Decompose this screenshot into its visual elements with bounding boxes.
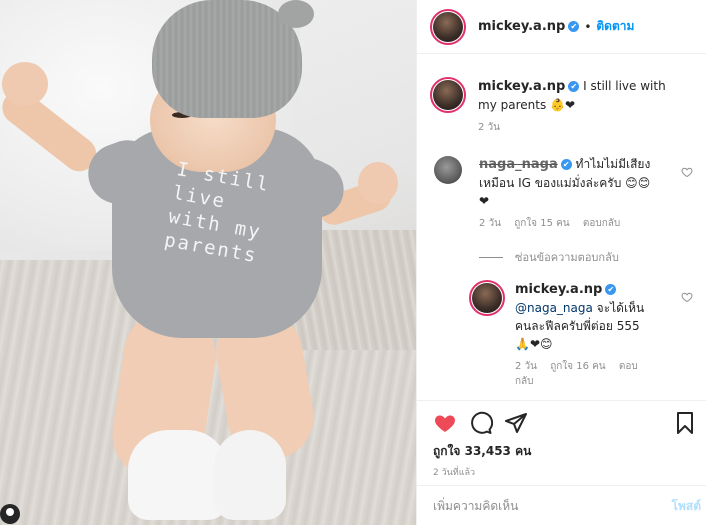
baby-left-shoe <box>128 430 228 520</box>
follow-button[interactable]: ติดตาม <box>596 17 634 36</box>
caption-username[interactable]: mickey.a.np <box>478 79 565 94</box>
reply-mention-link[interactable]: @naga_naga <box>515 301 593 315</box>
reply-time[interactable]: 2 วัน <box>515 361 537 372</box>
post-time[interactable]: 2 วันที่แล้ว <box>433 465 475 479</box>
liked-heart-icon[interactable] <box>433 411 457 435</box>
divider <box>479 256 503 258</box>
baby-left-hand <box>2 62 48 106</box>
save-bookmark-icon[interactable] <box>673 411 697 435</box>
comment-input[interactable]: เพิ่มความคิดเห็น <box>433 497 672 516</box>
like-comment-heart-icon[interactable] <box>681 166 693 178</box>
avatar[interactable] <box>430 8 466 45</box>
separator-dot: • <box>584 19 592 34</box>
romper-print-text: I still live with my parents <box>163 157 288 271</box>
comment-username[interactable]: naga_naga <box>479 157 558 172</box>
likes-count[interactable]: ถูกใจ 33,453 คน <box>433 442 531 461</box>
baby-right-hand <box>358 162 398 204</box>
header-username[interactable]: mickey.a.np <box>478 19 565 34</box>
reply-likes[interactable]: ถูกใจ 16 คน <box>550 361 605 372</box>
verified-icon: ✔ <box>568 21 580 32</box>
reply: mickey.a.np ✔ @naga_naga จะได้เห็นคนละฟีล… <box>469 280 699 389</box>
avatar[interactable] <box>430 77 466 113</box>
share-icon[interactable] <box>504 411 528 435</box>
post-header: mickey.a.np ✔ • ติดตาม <box>417 0 706 54</box>
comment-likes[interactable]: ถูกใจ 15 คน <box>514 218 569 229</box>
comment-icon[interactable] <box>469 411 493 435</box>
hide-replies-label: ซ่อนข้อความตอบกลับ <box>515 251 619 264</box>
post-comment-button[interactable]: โพสต์ <box>672 497 701 516</box>
like-reply-heart-icon[interactable] <box>681 291 693 303</box>
comment-time[interactable]: 2 วัน <box>479 218 501 229</box>
reply-username[interactable]: mickey.a.np <box>515 282 602 297</box>
post-photo[interactable]: I still live with my parents <box>0 0 416 525</box>
avatar[interactable] <box>433 155 463 185</box>
comment-reply-button[interactable]: ตอบกลับ <box>583 218 620 229</box>
verified-icon: ✔ <box>560 159 572 170</box>
avatar[interactable] <box>469 280 505 316</box>
add-comment-bar: เพิ่มความคิดเห็น โพสต์ <box>417 485 706 525</box>
hat-ear <box>278 0 314 28</box>
hide-replies-toggle[interactable]: ซ่อนข้อความตอบกลับ <box>479 248 619 266</box>
post-side-panel: mickey.a.np ✔ • ติดตาม mickey.a.np ✔ I st… <box>416 0 706 525</box>
comments-list[interactable]: mickey.a.np ✔ I still live with my parent… <box>417 55 706 400</box>
verified-icon: ✔ <box>605 284 617 295</box>
action-icons-row <box>430 411 697 437</box>
caption: mickey.a.np ✔ I still live with my parent… <box>430 77 690 135</box>
verified-icon: ✔ <box>568 81 580 92</box>
caption-time[interactable]: 2 วัน <box>478 122 500 133</box>
tagged-user-icon[interactable] <box>0 504 20 524</box>
comment: naga_naga ✔ ทำไมไม่มีเสียงเหมือน IG ของแม… <box>433 155 695 231</box>
baby-right-shoe <box>214 430 286 520</box>
post-actions: ถูกใจ 33,453 คน 2 วันที่แล้ว เพิ่มความคิ… <box>417 400 706 525</box>
